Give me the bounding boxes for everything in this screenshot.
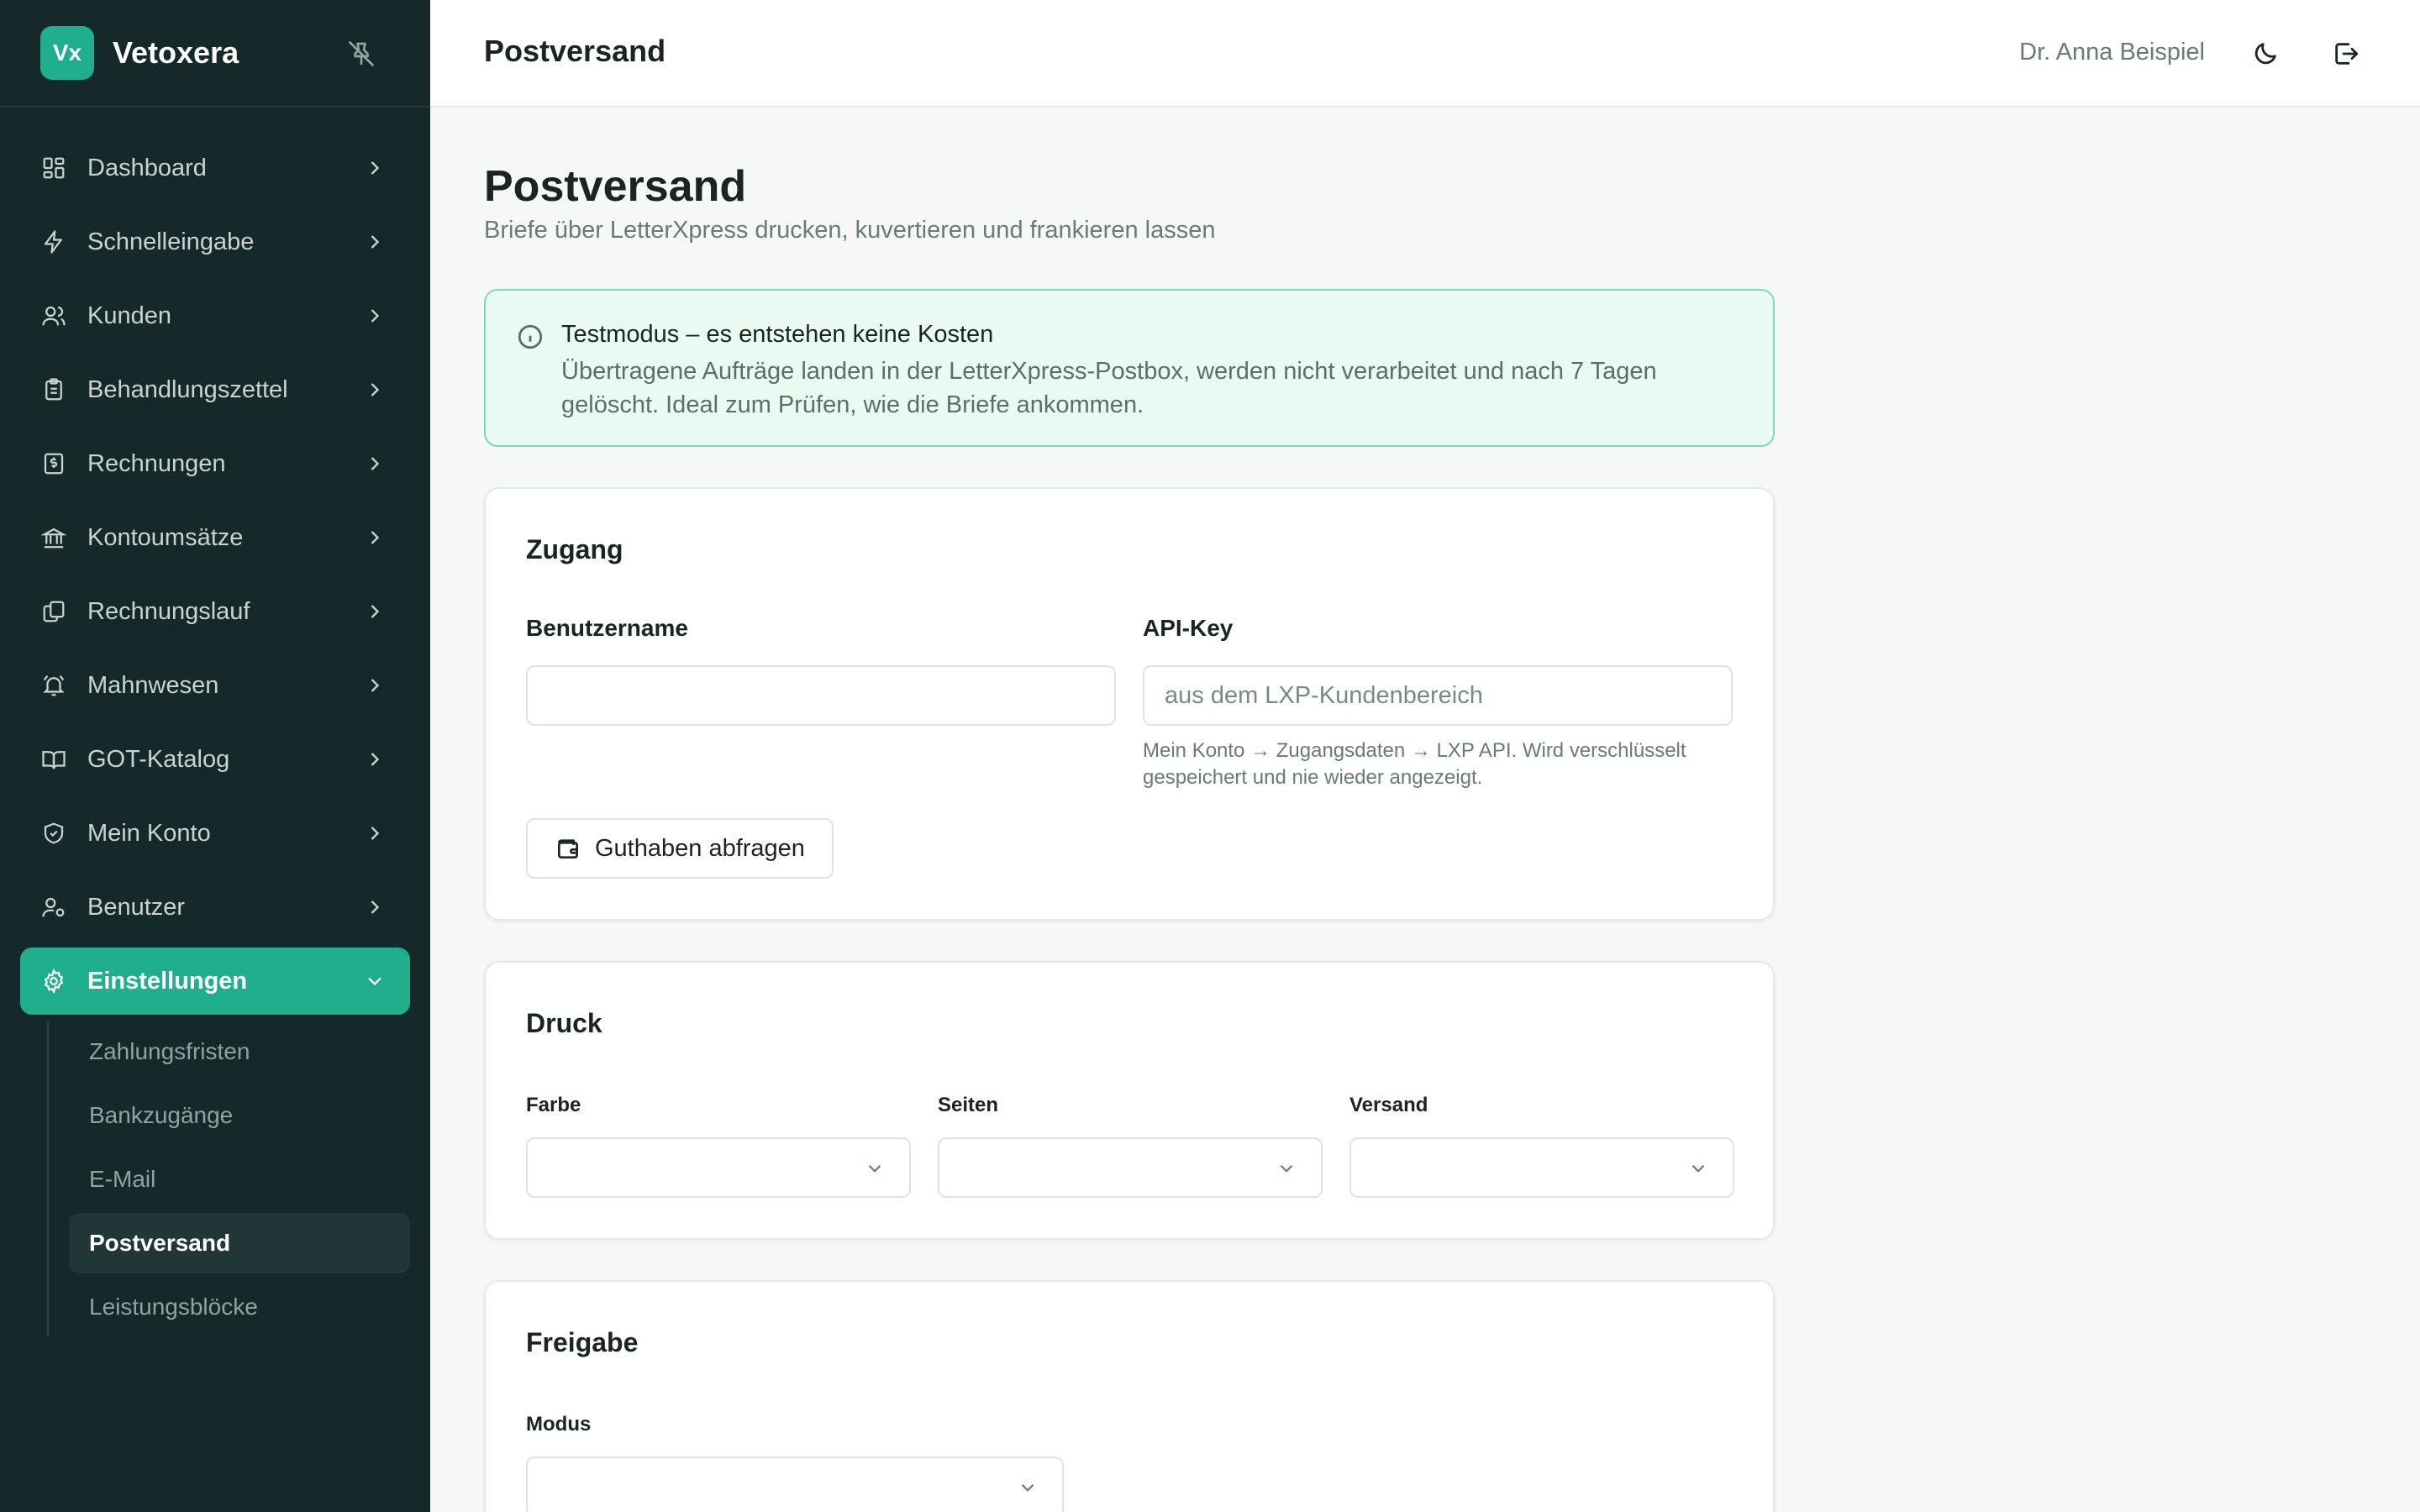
sidebar-item-schnelleingabe[interactable]: Schnelleingabe [20, 208, 410, 276]
sidebar: Vx Vetoxera Dashboard Schnelleingabe Kun… [0, 0, 430, 1512]
card-title: Zugang [526, 534, 623, 564]
chevron-right-icon [371, 900, 380, 914]
chevron-right-icon [371, 383, 380, 396]
submenu-item-bankzugaenge[interactable]: Bankzugänge [69, 1085, 410, 1146]
lightning-icon [40, 228, 67, 255]
username-label: Benutzername [526, 615, 688, 641]
chevron-right-icon [371, 531, 380, 544]
submenu-line [47, 1021, 49, 1337]
seiten-label: Seiten [938, 1094, 999, 1116]
sidebar-item-label: Rechnungen [87, 449, 226, 477]
druck-card: Druck Farbe Seiten Versand [484, 961, 1775, 1240]
page-subtitle: Briefe über LetterXpress drucken, kuvert… [484, 217, 1216, 244]
alert-text: Übertragene Aufträge landen in der Lette… [561, 358, 1657, 418]
username-input[interactable] [526, 665, 1116, 726]
submenu-item-email[interactable]: E-Mail [69, 1149, 410, 1210]
chevron-down-icon [368, 977, 381, 986]
topbar-title: Postversand [484, 34, 666, 68]
sidebar-item-label: Dashboard [87, 154, 207, 181]
brand: Vx Vetoxera [0, 0, 430, 108]
test-mode-alert: Testmodus – es entstehen keine Kosten Üb… [484, 289, 1775, 447]
invoice-icon [40, 450, 67, 477]
sidebar-item-label: Kunden [87, 302, 171, 329]
sidebar-item-got-katalog[interactable]: GOT-Katalog [20, 726, 410, 793]
chevron-right-icon [371, 309, 380, 323]
seiten-select[interactable] [938, 1137, 1323, 1198]
modus-select[interactable] [526, 1457, 1064, 1512]
pin-off-icon[interactable] [346, 39, 376, 69]
chevron-right-icon [371, 679, 380, 692]
bank-icon [40, 524, 67, 551]
book-icon [40, 746, 67, 773]
freigabe-card: Freigabe Modus [484, 1280, 1775, 1512]
sidebar-item-einstellungen[interactable]: Einstellungen [20, 948, 410, 1015]
chevron-down-icon [1280, 1164, 1293, 1173]
farbe-select[interactable] [526, 1137, 911, 1198]
moon-icon[interactable] [2249, 37, 2282, 71]
modus-label: Modus [526, 1413, 592, 1436]
chevron-right-icon [371, 605, 380, 618]
chevron-right-icon [371, 753, 380, 766]
balance-button-label: Guthaben abfragen [595, 834, 805, 862]
user-cog-icon [40, 894, 67, 921]
chevron-down-icon [1691, 1164, 1705, 1173]
sidebar-item-label: Rechnungslauf [87, 597, 250, 625]
sidebar-item-label: Einstellungen [87, 967, 248, 995]
card-title: Druck [526, 1008, 602, 1038]
wallet-icon [558, 839, 578, 858]
sidebar-item-kunden[interactable]: Kunden [20, 282, 410, 349]
gear-icon [40, 968, 67, 995]
chevron-right-icon [371, 235, 380, 249]
farbe-label: Farbe [526, 1094, 581, 1116]
sidebar-item-label: Mein Konto [87, 819, 211, 847]
chevron-down-icon [868, 1164, 881, 1173]
logout-icon[interactable] [2329, 37, 2363, 71]
shield-icon [40, 820, 67, 847]
sidebar-item-label: Kontoumsätze [87, 523, 244, 551]
user-name[interactable]: Dr. Anna Beispiel [2019, 39, 2205, 66]
chevron-right-icon [371, 457, 380, 470]
sidebar-item-mahnwesen[interactable]: Mahnwesen [20, 652, 410, 719]
sidebar-item-label: Benutzer [87, 893, 186, 921]
sidebar-item-label: Mahnwesen [87, 671, 219, 699]
sidebar-item-mein-konto[interactable]: Mein Konto [20, 800, 410, 867]
sidebar-item-behandlungszettel[interactable]: Behandlungszettel [20, 356, 410, 423]
users-icon [40, 302, 67, 329]
app-logo: Vx [40, 26, 94, 80]
submenu-item-postversand[interactable]: Postversand [69, 1213, 410, 1273]
card-title: Freigabe [526, 1327, 639, 1357]
sidebar-item-benutzer[interactable]: Benutzer [20, 874, 410, 941]
topbar: Postversand Dr. Anna Beispiel [430, 0, 2420, 108]
info-icon [518, 324, 543, 349]
alert-title: Testmodus – es entstehen keine Kosten [561, 321, 994, 348]
page-title: Postversand [484, 162, 747, 211]
submenu-item-zahlungsfristen[interactable]: Zahlungsfristen [69, 1021, 410, 1082]
sidebar-item-label: Schnelleingabe [87, 228, 255, 255]
apikey-hint: Mein Konto → Zugangsdaten → LXP API. Wir… [1143, 739, 1686, 789]
sidebar-item-label: GOT-Katalog [87, 745, 230, 773]
sidebar-item-kontoumsaetze[interactable]: Kontoumsätze [20, 504, 410, 571]
chevron-down-icon [1021, 1483, 1034, 1492]
submenu-item-leistungsbloecke[interactable]: Leistungsblöcke [69, 1277, 410, 1337]
versand-select[interactable] [1349, 1137, 1734, 1198]
sidebar-item-rechnungslauf[interactable]: Rechnungslauf [20, 578, 410, 645]
dashboard-icon [40, 155, 67, 181]
app-name: Vetoxera [113, 35, 239, 70]
sidebar-item-dashboard[interactable]: Dashboard [20, 134, 410, 202]
apikey-label: API-Key [1143, 615, 1234, 641]
copy-icon [40, 598, 67, 625]
sidebar-item-label: Behandlungszettel [87, 375, 288, 403]
zugang-card: Zugang Benutzername API-Key Mein Konto →… [484, 487, 1775, 921]
chevron-right-icon [371, 161, 380, 175]
balance-button[interactable]: Guthaben abfragen [526, 818, 834, 879]
sidebar-item-rechnungen[interactable]: Rechnungen [20, 430, 410, 497]
bell-icon [40, 672, 67, 699]
chevron-right-icon [371, 827, 380, 840]
versand-label: Versand [1349, 1094, 1428, 1116]
apikey-input[interactable] [1143, 665, 1733, 726]
clipboard-icon [40, 376, 67, 403]
